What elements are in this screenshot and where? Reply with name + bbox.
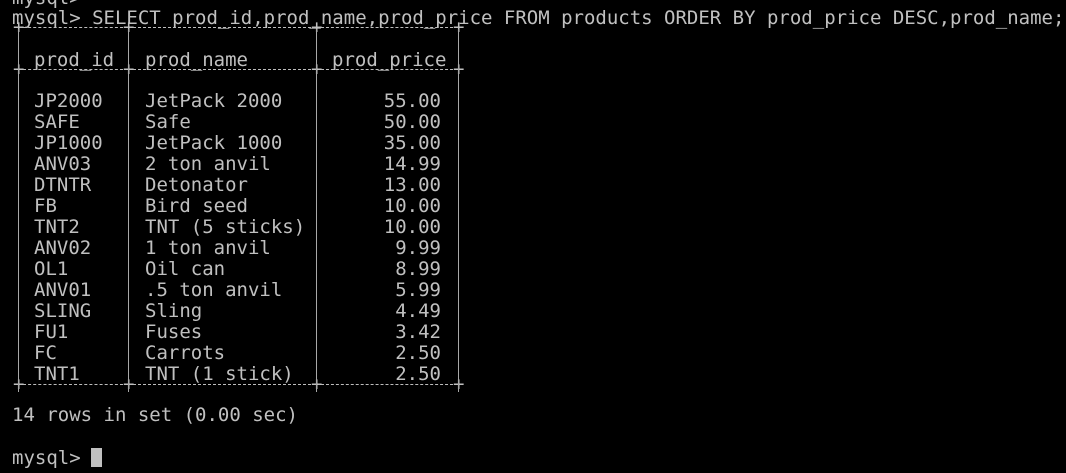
cell-prod-id: DTNTR (34, 174, 92, 196)
cell-prod-price: 14.99 (383, 153, 441, 175)
cell-prod-id: FU1 (34, 321, 69, 343)
cell-prod-name: 1 ton anvil (145, 237, 271, 259)
cell-prod-id: TNT2 (34, 216, 80, 238)
cell-prod-id: JP1000 (34, 132, 103, 154)
cell-prod-price: 2.50 (395, 342, 441, 364)
cell-prod-name: JetPack 2000 (145, 90, 283, 112)
table-column-divider (128, 29, 129, 392)
cell-prod-price: 4.49 (395, 300, 441, 322)
cell-prod-name: Detonator (145, 174, 248, 196)
table-column-divider (18, 29, 19, 392)
cell-prod-id: SLING (34, 300, 92, 322)
active-prompt-line[interactable]: mysql> (12, 448, 102, 469)
cell-prod-price: 9.99 (395, 237, 441, 259)
rows-summary: 14 rows in set (0.00 sec) (12, 404, 298, 426)
cell-prod-id: FC (34, 342, 57, 364)
cell-prod-name: .5 ton anvil (145, 279, 283, 301)
column-header: prod_name (145, 49, 248, 71)
cell-prod-name: Oil can (145, 258, 226, 280)
cell-prod-price: 55.00 (383, 90, 441, 112)
cell-prod-price: 3.42 (395, 321, 441, 343)
cell-prod-id: TNT1 (34, 363, 80, 385)
cell-prod-name: 2 ton anvil (145, 153, 271, 175)
cell-prod-name: TNT (5 sticks) (145, 216, 306, 238)
query-line: mysql> SELECT prod_id,prod_name,prod_pri… (12, 8, 1064, 29)
cell-prod-id: SAFE (34, 111, 80, 133)
table-column-divider (316, 29, 317, 392)
text-cursor (90, 448, 102, 467)
cell-prod-price: 10.00 (383, 216, 441, 238)
separator-dash (133, 27, 311, 28)
cell-prod-name: JetPack 1000 (145, 132, 283, 154)
terminal-window[interactable]: { "terminal": { "previous_prompt": "mysq… (0, 0, 1066, 473)
cell-prod-price: 5.99 (395, 279, 441, 301)
cell-prod-id: ANV01 (34, 279, 92, 301)
cell-prod-price: 13.00 (383, 174, 441, 196)
cell-prod-price: 10.00 (383, 195, 441, 217)
cell-prod-id: OL1 (34, 258, 69, 280)
cell-prod-price: 35.00 (383, 132, 441, 154)
prompt-label: mysql> (12, 447, 81, 469)
cell-prod-id: JP2000 (34, 90, 103, 112)
cell-prod-name: Sling (145, 300, 203, 322)
table-column-divider (458, 29, 459, 392)
cell-prod-name: Safe (145, 111, 191, 133)
cell-prod-id: FB (34, 195, 57, 217)
column-header: prod_id (34, 49, 115, 71)
cell-prod-id: ANV02 (34, 237, 92, 259)
cell-prod-name: Bird seed (145, 195, 248, 217)
sql-query: SELECT prod_id,prod_name,prod_price FROM… (92, 7, 1065, 29)
separator-dash (23, 27, 123, 28)
cell-prod-price: 8.99 (395, 258, 441, 280)
column-header: prod_price (332, 49, 447, 71)
cell-prod-name: Carrots (145, 342, 226, 364)
cell-prod-price: 2.50 (395, 363, 441, 385)
cell-prod-name: Fuses (145, 321, 203, 343)
cell-prod-price: 50.00 (383, 111, 441, 133)
cell-prod-name: TNT (1 stick) (145, 363, 294, 385)
cell-prod-id: ANV03 (34, 153, 92, 175)
separator-dash (321, 27, 453, 28)
